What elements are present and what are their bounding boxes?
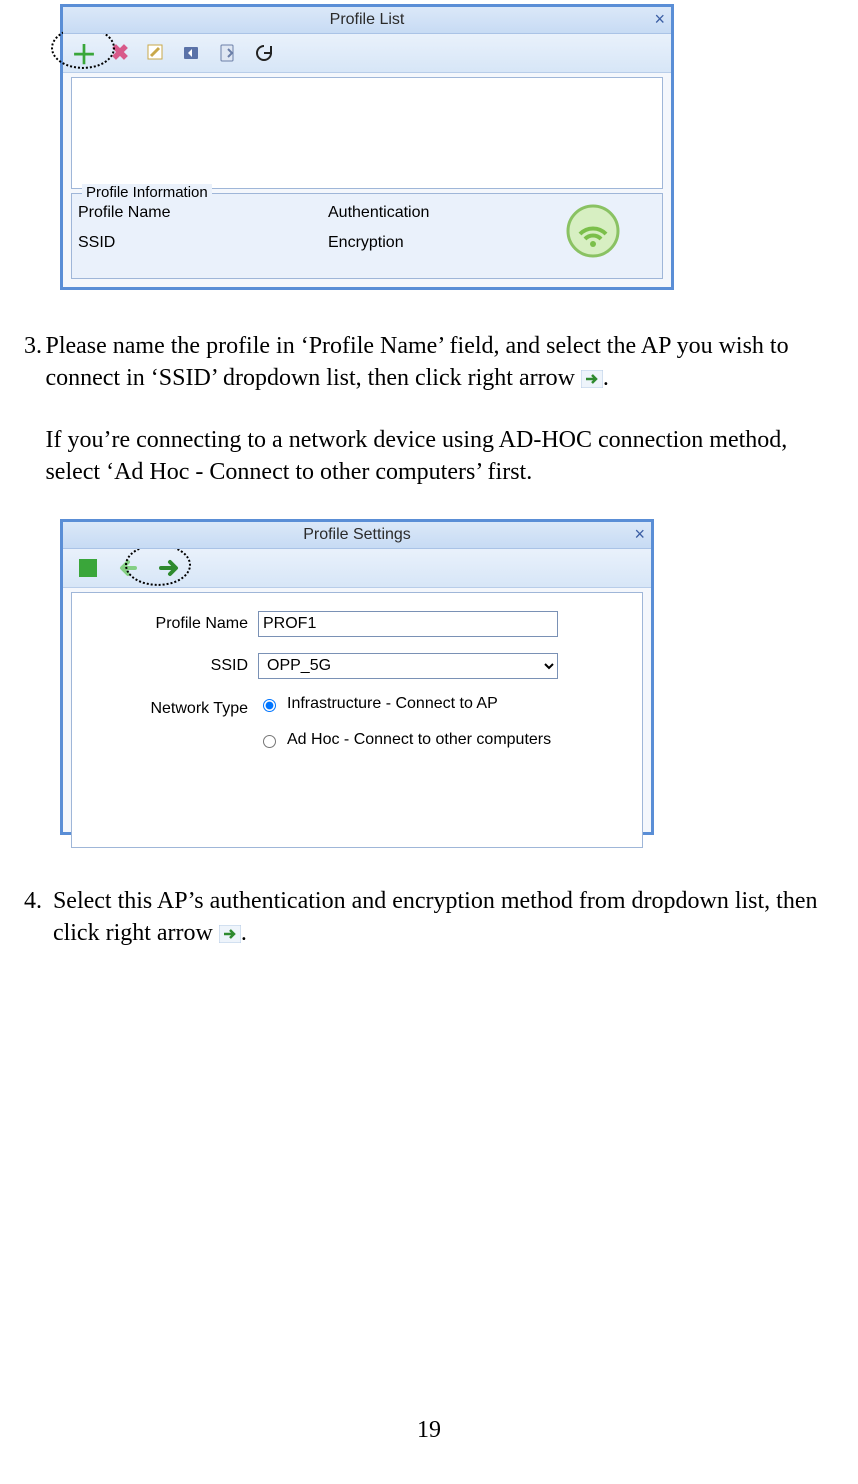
export-icon[interactable]	[217, 42, 239, 64]
step3-para1: Please name the profile in ‘Profile Name…	[45, 333, 788, 391]
right-arrow-icon	[581, 365, 603, 397]
label-profile-name: Profile Name	[78, 204, 328, 228]
profile-info-panel: Profile Information Profile Name Authent…	[71, 193, 663, 279]
step-number: 3.	[24, 330, 45, 489]
refresh-icon[interactable]	[253, 42, 275, 64]
stop-icon[interactable]	[77, 557, 99, 579]
close-icon[interactable]: ×	[654, 9, 665, 30]
delete-icon[interactable]: ✖	[109, 42, 131, 64]
radio-infra-label: Infrastructure - Connect to AP	[287, 695, 498, 713]
form-area: Profile Name SSID OPP_5G Network Type In…	[71, 592, 643, 848]
label-profile-name: Profile Name	[88, 615, 258, 633]
label-authentication: Authentication	[328, 204, 558, 228]
profile-list-window: Profile List × ＋ ✖ Profile Information P…	[60, 4, 674, 290]
step-4-text: 4. Select this AP’s authentication and e…	[24, 885, 828, 953]
radio-adhoc[interactable]	[263, 735, 276, 748]
window-title: Profile List	[330, 11, 405, 29]
page-number: 19	[0, 1417, 858, 1444]
edit-icon[interactable]	[145, 42, 167, 64]
label-network-type: Network Type	[88, 700, 258, 718]
radio-adhoc-label: Ad Hoc - Connect to other computers	[287, 731, 551, 749]
titlebar: Profile Settings ×	[63, 522, 651, 549]
back-arrow-icon[interactable]	[117, 557, 139, 579]
profile-list-area[interactable]	[71, 77, 663, 189]
window-title: Profile Settings	[303, 526, 411, 544]
label-ssid: SSID	[78, 234, 328, 258]
label-ssid: SSID	[88, 657, 258, 675]
step-number: 4.	[24, 885, 53, 953]
next-arrow-icon[interactable]	[157, 557, 179, 579]
fieldset-legend: Profile Information	[82, 184, 212, 201]
profile-name-input[interactable]	[258, 611, 558, 637]
wifi-icon	[566, 204, 620, 258]
add-icon[interactable]: ＋	[73, 42, 95, 64]
import-icon[interactable]	[181, 42, 203, 64]
step3-para2: If you’re connecting to a network device…	[45, 427, 787, 485]
radio-infrastructure[interactable]	[263, 699, 276, 712]
ssid-select[interactable]: OPP_5G	[258, 653, 558, 679]
step3-para1-end: .	[603, 365, 609, 391]
toolbar	[63, 549, 651, 588]
step4-para-end: .	[241, 920, 247, 946]
profile-settings-window: Profile Settings × Profile Name SSID OPP…	[60, 519, 654, 835]
toolbar: ＋ ✖	[63, 34, 671, 73]
titlebar: Profile List ×	[63, 7, 671, 34]
right-arrow-icon	[219, 920, 241, 952]
step4-para: Select this AP’s authentication and encr…	[53, 888, 818, 946]
close-icon[interactable]: ×	[634, 524, 645, 545]
label-encryption: Encryption	[328, 234, 558, 258]
step-3-text: 3. Please name the profile in ‘Profile N…	[24, 330, 828, 489]
